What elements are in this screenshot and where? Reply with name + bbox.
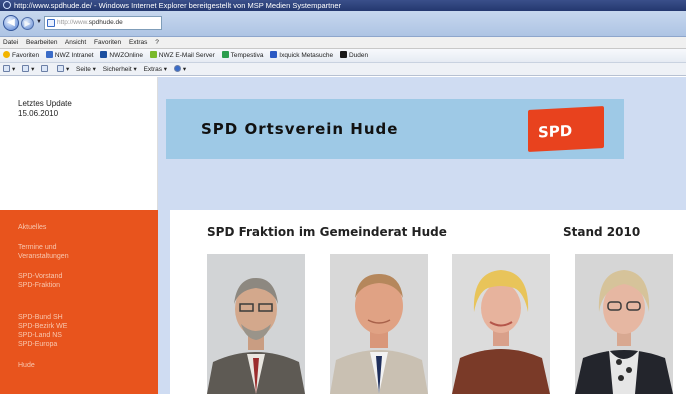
print-button[interactable]: ▾ bbox=[56, 63, 69, 76]
ie-page-icon bbox=[45, 51, 53, 58]
nwz-mail-icon bbox=[149, 51, 157, 58]
feeds-icon bbox=[22, 65, 30, 72]
window-title-bar: http://www.spdhude.de/ - Windows Interne… bbox=[0, 0, 686, 11]
security-menu[interactable]: Sicherheit ▾ bbox=[103, 63, 137, 76]
fav-duden[interactable]: Duden bbox=[339, 49, 369, 63]
fav-label: NWZ E-Mail Server bbox=[158, 52, 215, 59]
home-button[interactable]: ▾ bbox=[3, 63, 15, 76]
menu-bar: Datei Bearbeiten Ansicht Favoriten Extra… bbox=[0, 37, 686, 49]
feeds-button[interactable]: ▾ bbox=[22, 63, 34, 76]
page-heading: SPD Fraktion im Gemeinderat Hude bbox=[207, 225, 447, 239]
fav-label: NWZOnline bbox=[109, 52, 143, 59]
page-menu-label: Seite bbox=[76, 66, 91, 73]
nav-link-bezirk[interactable]: SPD-Bezirk WE bbox=[18, 322, 67, 331]
help-icon bbox=[173, 65, 181, 72]
print-icon bbox=[56, 65, 64, 72]
nav-link-europa[interactable]: SPD-Europa bbox=[18, 340, 57, 349]
window-title: http://www.spdhude.de/ - Windows Interne… bbox=[14, 1, 342, 10]
update-date: 15.06.2010 bbox=[18, 109, 59, 118]
portrait-man bbox=[330, 254, 428, 394]
forward-button[interactable]: ▶ bbox=[21, 17, 34, 30]
page-icon bbox=[47, 19, 55, 27]
site-banner: SPD Ortsverein Hude SPD bbox=[166, 99, 624, 159]
page-menu[interactable]: Seite ▾ bbox=[76, 63, 96, 76]
menu-help[interactable]: ? bbox=[155, 39, 159, 46]
menu-ansicht[interactable]: Ansicht bbox=[65, 39, 86, 46]
fav-label: Duden bbox=[348, 52, 369, 59]
update-label: Letztes Update bbox=[18, 99, 72, 108]
command-bar: ▾ ▾ ▾ Seite ▾ Sicherheit ▾ Extras ▾ ▾ bbox=[0, 63, 686, 76]
favorites-button[interactable]: Favoriten bbox=[3, 49, 39, 63]
nav-link-veranstaltungen[interactable]: Veranstaltungen bbox=[18, 252, 69, 261]
ixquick-icon bbox=[270, 51, 278, 58]
address-protocol: http://www. bbox=[57, 19, 89, 26]
menu-favoriten[interactable]: Favoriten bbox=[94, 39, 121, 46]
banner-title: SPD Ortsverein Hude bbox=[201, 120, 399, 138]
address-toolbar: ◀ ▶ ▼ http://www.spdhude.de bbox=[0, 11, 686, 37]
nav-link-land[interactable]: SPD-Land NS bbox=[18, 331, 62, 340]
nav-link-hude[interactable]: Hude bbox=[18, 361, 35, 370]
nav-link-vorstand[interactable]: SPD-Vorstand bbox=[18, 272, 62, 281]
address-domain: spdhude.de bbox=[88, 19, 123, 26]
nav-link-bund[interactable]: SPD-Bund SH bbox=[18, 313, 63, 322]
portrait-man-glasses bbox=[207, 254, 305, 394]
star-icon bbox=[3, 51, 10, 58]
home-icon bbox=[3, 65, 10, 72]
menu-bearbeiten[interactable]: Bearbeiten bbox=[26, 39, 57, 46]
last-update: Letztes Update 15.06.2010 bbox=[18, 99, 72, 119]
portrait-woman-blonde bbox=[452, 254, 550, 394]
fav-label: Tempestiva bbox=[230, 52, 264, 59]
member-photo-1[interactable] bbox=[207, 254, 305, 394]
member-photo-2[interactable] bbox=[330, 254, 428, 394]
favorites-label: Favoriten bbox=[12, 52, 40, 59]
nav-link-termine[interactable]: Termine und bbox=[18, 243, 57, 252]
member-photo-4[interactable] bbox=[575, 254, 673, 394]
web-page: Letztes Update 15.06.2010 SPD Ortsverein… bbox=[0, 77, 686, 394]
back-button[interactable]: ◀ bbox=[3, 15, 19, 31]
content-border bbox=[158, 210, 170, 394]
fav-nwzonline[interactable]: NWZOnline bbox=[100, 49, 143, 63]
fav-ixquick[interactable]: Ixquick Metasuche bbox=[270, 49, 333, 63]
address-field[interactable]: http://www.spdhude.de bbox=[44, 16, 162, 30]
security-menu-label: Sicherheit bbox=[102, 66, 132, 73]
fav-label: Ixquick Metasuche bbox=[279, 52, 334, 59]
duden-icon bbox=[339, 51, 347, 58]
fav-nwz-email[interactable]: NWZ E-Mail Server bbox=[149, 49, 215, 63]
help-button[interactable]: ▾ bbox=[173, 63, 186, 76]
portrait-woman-glasses bbox=[575, 254, 673, 394]
tempestiva-icon bbox=[221, 51, 229, 58]
nwz-icon bbox=[100, 51, 108, 58]
history-dropdown-icon[interactable]: ▼ bbox=[36, 19, 42, 25]
main-content: SPD Fraktion im Gemeinderat Hude Stand 2… bbox=[158, 210, 686, 394]
sidebar-header: Letztes Update 15.06.2010 bbox=[0, 77, 158, 210]
mail-button[interactable] bbox=[41, 63, 50, 76]
stand-label: Stand 2010 bbox=[563, 225, 641, 239]
fav-label: NWZ Intranet bbox=[54, 52, 94, 59]
nav-link-fraktion[interactable]: SPD-Fraktion bbox=[18, 281, 60, 290]
menu-datei[interactable]: Datei bbox=[3, 39, 18, 46]
logo-text: SPD bbox=[538, 121, 573, 142]
mail-icon bbox=[41, 65, 49, 72]
favorites-bar: Favoriten NWZ Intranet NWZOnline NWZ E-M… bbox=[0, 49, 686, 63]
spd-logo[interactable]: SPD bbox=[528, 106, 604, 152]
nav-link-aktuelles[interactable]: Aktuelles bbox=[18, 223, 46, 232]
sidebar-nav: Aktuelles Termine und Veranstaltungen SP… bbox=[0, 210, 158, 394]
ie-logo-icon bbox=[3, 1, 11, 9]
tools-menu[interactable]: Extras ▾ bbox=[144, 63, 168, 76]
fav-nwz-intranet[interactable]: NWZ Intranet bbox=[45, 49, 94, 63]
tools-menu-label: Extras bbox=[143, 66, 162, 73]
menu-extras[interactable]: Extras bbox=[129, 39, 147, 46]
member-photo-3[interactable] bbox=[452, 254, 550, 394]
fav-tempestiva[interactable]: Tempestiva bbox=[221, 49, 264, 63]
